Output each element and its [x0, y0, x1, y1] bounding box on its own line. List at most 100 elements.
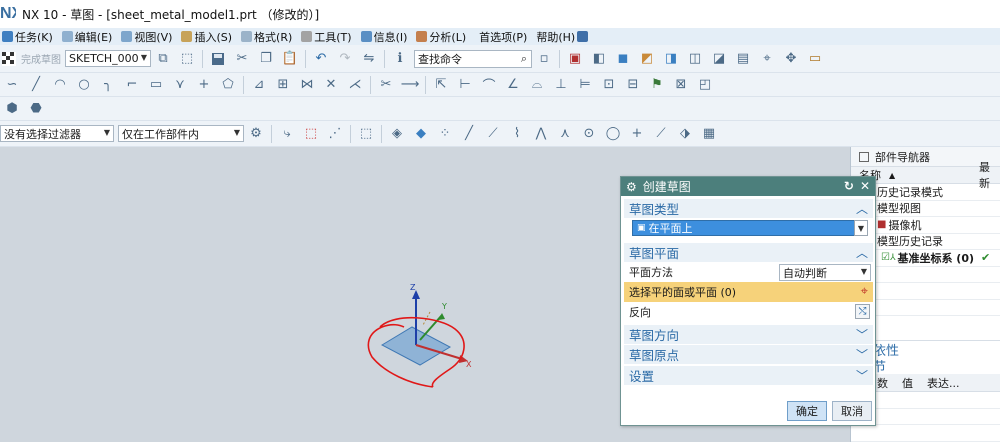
- details-col-expression[interactable]: 表达...: [927, 375, 960, 391]
- angular-dimension-icon[interactable]: ∠: [504, 77, 522, 93]
- section-sketch-type[interactable]: 草图类型 ︿: [624, 199, 873, 218]
- geometric-constraint-icon[interactable]: ⊥: [552, 77, 570, 93]
- snap-point-icon[interactable]: ⋰: [326, 126, 344, 142]
- wcs-icon[interactable]: ⌖: [758, 51, 776, 67]
- layer-settings-icon[interactable]: ▤: [734, 51, 752, 67]
- menu-item-task[interactable]: 任务(K): [2, 29, 53, 45]
- highlighted-select-icon[interactable]: ⬚: [302, 126, 320, 142]
- pattern-curve-icon[interactable]: ⊞: [274, 77, 292, 93]
- menu-item-preferences[interactable]: 首选项(P): [479, 29, 527, 45]
- repeat-command-icon[interactable]: ⇋: [360, 51, 378, 67]
- show-constraints-icon[interactable]: ⊡: [600, 77, 618, 93]
- intersection-point-icon[interactable]: ✕: [322, 77, 340, 93]
- details-col-param[interactable]: 数: [877, 375, 888, 391]
- sketch-inplace-icon[interactable]: ⧉: [154, 51, 172, 67]
- polygon-icon[interactable]: ⬠: [219, 77, 237, 93]
- selection-scope-select[interactable]: 仅在工作部件内 ▼: [118, 125, 244, 142]
- menu-item-help[interactable]: 帮助(H): [536, 29, 590, 45]
- auto-dimension-icon[interactable]: ⚑: [648, 77, 666, 93]
- save-icon[interactable]: [209, 51, 227, 67]
- select-face-row[interactable]: 选择平的面或平面 (0) ⌖: [624, 282, 873, 302]
- profile-icon[interactable]: ∽: [3, 77, 21, 93]
- intersection-snap-icon[interactable]: ⋀: [532, 126, 550, 142]
- menu-item-tools[interactable]: 工具(T): [301, 29, 352, 45]
- menu-item-insert[interactable]: 插入(S): [181, 29, 232, 45]
- select-features-icon[interactable]: ⤷: [278, 126, 296, 142]
- type-filter-select[interactable]: 没有选择过滤器 ▼: [0, 125, 114, 142]
- sketch-type-select[interactable]: ▣ 在平面上 ▼: [632, 220, 868, 236]
- plane-method-select[interactable]: 自动判断 ▼: [779, 264, 871, 281]
- quick-extend-icon[interactable]: ⟶: [401, 77, 420, 93]
- bounded-grid-snap-icon[interactable]: ⬗: [676, 126, 694, 142]
- radial-dimension-icon[interactable]: ⌒: [480, 77, 498, 94]
- rectangle-icon[interactable]: ▭: [147, 77, 165, 93]
- pin-icon[interactable]: [859, 151, 869, 162]
- command-search-input[interactable]: 查找命令 ⌕: [414, 49, 532, 68]
- section-view-icon[interactable]: ◨: [662, 51, 680, 67]
- relations-browser-icon[interactable]: ⊠: [672, 77, 690, 93]
- menu-item-info[interactable]: 信息(I): [360, 29, 407, 45]
- dialog-title-bar[interactable]: ⚙ 创建草图 ↻ ✕: [621, 177, 875, 196]
- arc-icon[interactable]: ◠: [51, 77, 69, 93]
- select-plane-icon[interactable]: ⌖: [861, 284, 868, 299]
- assembly-icon[interactable]: ⬣: [27, 101, 45, 117]
- finish-sketch-button[interactable]: 完成草图: [21, 51, 61, 66]
- rapid-dimension-icon[interactable]: ⇱: [432, 77, 450, 93]
- section-sketch-orientation[interactable]: 草图方向 ﹀: [624, 325, 873, 344]
- close-icon[interactable]: ✕: [860, 179, 870, 193]
- point-on-curve-snap-icon[interactable]: ◯: [604, 126, 622, 142]
- solid-select-icon[interactable]: ◈: [388, 126, 406, 142]
- point-icon[interactable]: +: [195, 77, 213, 93]
- info-window-icon[interactable]: ℹ: [391, 51, 409, 67]
- studio-spline-icon[interactable]: ⋎: [171, 77, 189, 93]
- show-hide-icon[interactable]: ◪: [710, 51, 728, 67]
- endpoint-snap-icon[interactable]: ╱: [460, 126, 478, 142]
- copy-icon[interactable]: ❐: [257, 51, 275, 67]
- orient-view-icon[interactable]: ◫: [686, 51, 704, 67]
- paste-icon[interactable]: 📋: [281, 51, 299, 67]
- reset-icon[interactable]: ↻: [844, 179, 854, 193]
- section-sketch-plane[interactable]: 草图平面 ︿: [624, 243, 873, 262]
- cut-icon[interactable]: ✂: [233, 51, 251, 67]
- make-symmetric-icon[interactable]: ⊨: [576, 77, 594, 93]
- quadrant-snap-icon[interactable]: ⊙: [580, 126, 598, 142]
- sketch-name-select[interactable]: SKETCH_000 ▼: [65, 50, 151, 67]
- checkbox-icon[interactable]: ☑: [881, 252, 890, 263]
- reverse-direction-icon[interactable]: ⤭: [855, 304, 870, 319]
- general-selection-icon[interactable]: ⚙: [247, 126, 265, 142]
- sketch-reattach-icon[interactable]: ⬚: [178, 51, 196, 67]
- part-icon[interactable]: ⬢: [3, 101, 21, 117]
- fillet-icon[interactable]: ╮: [99, 77, 117, 93]
- menu-item-analysis[interactable]: 分析(L): [416, 29, 466, 45]
- face-select-icon[interactable]: ◆: [412, 126, 430, 142]
- menu-item-view[interactable]: 视图(V): [121, 29, 172, 45]
- grid-icon[interactable]: ▦: [700, 126, 718, 142]
- midpoint-snap-icon[interactable]: ⟋: [484, 126, 502, 142]
- offset-curve-icon[interactable]: ⊿: [250, 77, 268, 93]
- auto-constrain-icon[interactable]: ⊟: [624, 77, 642, 93]
- rectangle-select-icon[interactable]: ⬚: [357, 126, 375, 142]
- derived-lines-icon[interactable]: ⋌: [346, 77, 364, 93]
- render-style-icon[interactable]: ◧: [590, 51, 608, 67]
- shaded-cube-icon[interactable]: ◼: [614, 51, 632, 67]
- mirror-curve-icon[interactable]: ⋈: [298, 77, 316, 93]
- section-settings[interactable]: 设置 ﹀: [624, 366, 873, 385]
- ok-button[interactable]: 确定: [787, 401, 827, 421]
- measure-icon[interactable]: ▭: [806, 51, 824, 67]
- menu-item-edit[interactable]: 编辑(E): [61, 29, 112, 45]
- point-on-face-snap-icon[interactable]: ⟋: [652, 126, 670, 142]
- circle-icon[interactable]: ○: [75, 77, 93, 93]
- vertex-snap-icon[interactable]: ⁘: [436, 126, 454, 142]
- redo-icon[interactable]: ↷: [336, 51, 354, 67]
- existing-point-snap-icon[interactable]: +: [628, 126, 646, 142]
- cancel-button[interactable]: 取消: [832, 401, 872, 421]
- section-sketch-origin[interactable]: 草图原点 ﹀: [624, 345, 873, 364]
- menu-item-format[interactable]: 格式(R): [241, 29, 292, 45]
- snap-icon[interactable]: ✥: [782, 51, 800, 67]
- role-icon[interactable]: ▫: [535, 51, 553, 67]
- fit-view-icon[interactable]: ▣: [566, 51, 584, 67]
- arc-center-snap-icon[interactable]: ⋏: [556, 126, 574, 142]
- control-point-snap-icon[interactable]: ⌇: [508, 126, 526, 142]
- gear-icon[interactable]: ⚙: [626, 180, 637, 194]
- convert-reference-icon[interactable]: ◰: [696, 77, 714, 93]
